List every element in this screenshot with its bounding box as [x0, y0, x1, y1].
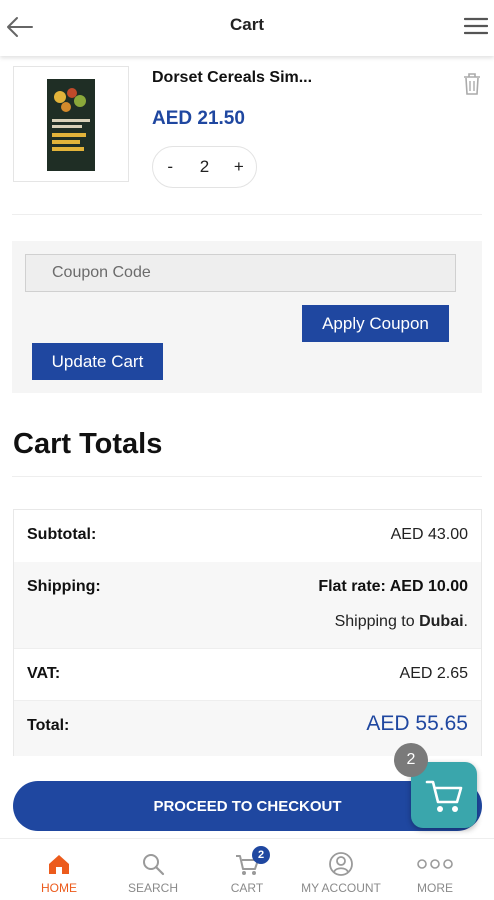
app-header: Cart	[0, 0, 494, 56]
nav-label: SEARCH	[127, 881, 178, 895]
apply-coupon-button[interactable]: Apply Coupon	[302, 305, 449, 342]
trash-icon[interactable]	[462, 72, 482, 96]
cart-icon	[411, 780, 477, 832]
total-label: Total:	[27, 717, 70, 734]
total-value: AED 55.65	[366, 712, 468, 735]
page-title: Cart	[229, 15, 264, 34]
bottom-navigation: HOME SEARCH 2 CART MY ACCOUNT MORE	[0, 838, 494, 900]
shipping-destination: Shipping to Dubai.	[335, 613, 468, 631]
vat-value: AED 2.65	[399, 665, 468, 682]
hamburger-menu-icon[interactable]	[463, 16, 489, 36]
nav-item-home[interactable]: HOME	[10, 839, 108, 900]
subtotal-label: Subtotal:	[27, 526, 97, 543]
nav-label: MY ACCOUNT	[301, 881, 381, 895]
more-icon	[416, 851, 454, 877]
floating-cart-badge: 2	[394, 743, 428, 777]
cart-item: Dorset Cereals Sim... AED 21.50 - 2 +	[0, 56, 494, 216]
coupon-code-input[interactable]	[25, 254, 456, 292]
nav-label: MORE	[417, 881, 453, 895]
product-price: AED 21.50	[152, 108, 245, 129]
nav-item-search[interactable]: SEARCH	[104, 839, 202, 900]
coupon-section: Apply Coupon Update Cart	[12, 241, 482, 393]
account-icon	[328, 851, 354, 877]
nav-label: CART	[230, 881, 264, 895]
subtotal-row: Subtotal: AED 43.00	[14, 510, 481, 562]
nav-label: HOME	[41, 881, 77, 895]
shipping-label: Shipping:	[27, 578, 101, 595]
vat-row: VAT: AED 2.65	[14, 648, 481, 700]
update-cart-button[interactable]: Update Cart	[32, 343, 163, 380]
search-icon	[140, 851, 166, 877]
subtotal-value: AED 43.00	[390, 526, 468, 543]
increase-quantity-button[interactable]: +	[227, 157, 251, 177]
product-name[interactable]: Dorset Cereals Sim...	[152, 69, 312, 87]
home-icon	[46, 851, 72, 877]
shipping-value: Flat rate: AED 10.00	[318, 578, 468, 595]
decrease-quantity-button[interactable]: -	[158, 157, 182, 177]
divider	[12, 214, 482, 215]
product-image[interactable]	[13, 66, 129, 182]
shipping-place: Dubai	[419, 613, 464, 630]
shipping-to-text: Shipping to	[334, 613, 415, 630]
divider	[12, 476, 482, 477]
cart-totals-heading: Cart Totals	[13, 428, 163, 460]
nav-item-more[interactable]: MORE	[386, 839, 484, 900]
cart-count-badge: 2	[252, 846, 270, 864]
quantity-value[interactable]: 2	[192, 157, 216, 177]
quantity-stepper: - 2 +	[152, 146, 257, 188]
nav-item-cart[interactable]: 2 CART	[198, 839, 296, 900]
vat-label: VAT:	[27, 665, 61, 682]
shipping-suffix: .	[463, 613, 468, 630]
cart-totals-table: Subtotal: AED 43.00 Shipping: Flat rate:…	[13, 509, 482, 756]
nav-item-my-account[interactable]: MY ACCOUNT	[292, 839, 390, 900]
shipping-row: Shipping: Flat rate: AED 10.00 Shipping …	[14, 562, 481, 648]
